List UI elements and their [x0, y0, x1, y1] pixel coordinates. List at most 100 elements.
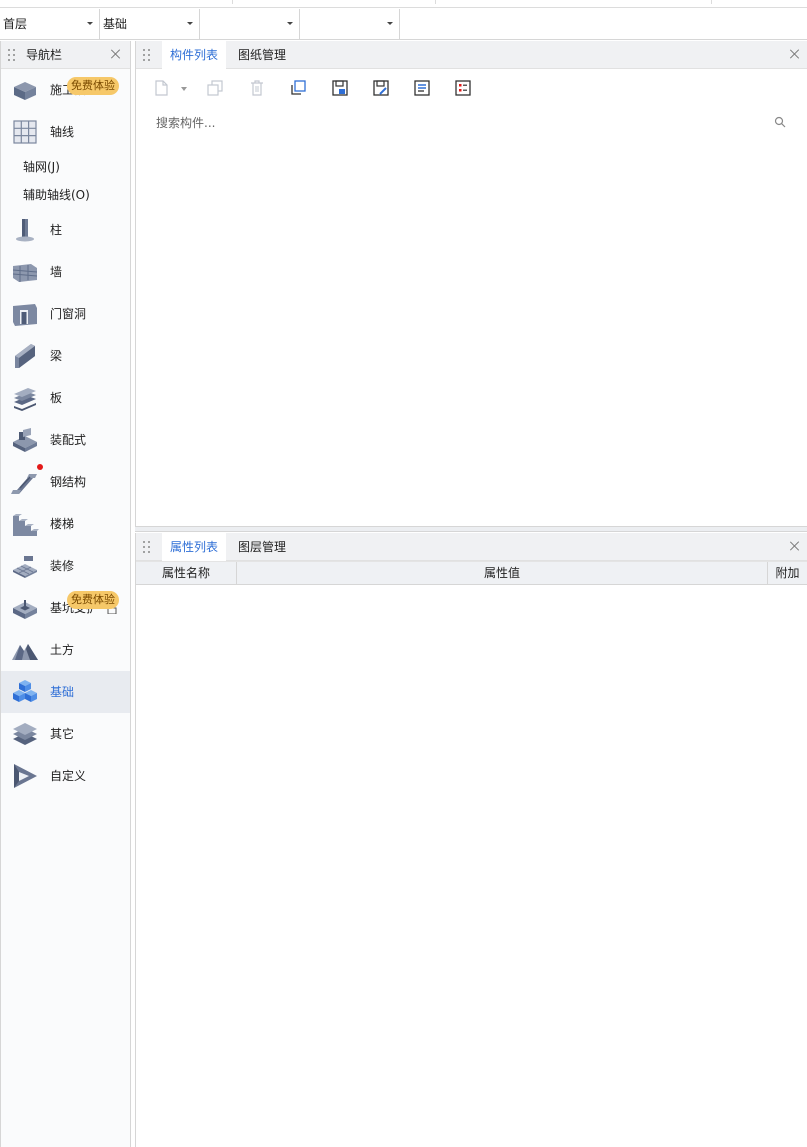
search-input[interactable]: 搜索构件...	[156, 113, 215, 133]
column-header-property-name[interactable]: 属性名称	[136, 562, 236, 584]
beam-icon	[15, 344, 35, 368]
nav-item-label: 土方	[50, 643, 75, 657]
nav-item-wall[interactable]: 墙	[1, 251, 130, 293]
nav-item-other[interactable]: 其它	[1, 713, 130, 755]
foundation-icon	[13, 680, 37, 702]
nav-item-steel-structure[interactable]: 钢结构	[1, 461, 130, 503]
type-combo[interactable]	[200, 9, 300, 39]
component-toolbar	[136, 69, 806, 109]
nav-item-construction-section[interactable]: 施工段 免费体验	[1, 69, 130, 111]
chevron-down-icon	[187, 22, 193, 25]
nav-item-label: 钢结构	[50, 475, 87, 489]
floor-combo-value: 首层	[3, 17, 28, 31]
nav-header: 导航栏	[1, 41, 130, 69]
nav-item-foundation[interactable]: 基础	[1, 671, 130, 713]
new-component-icon[interactable]	[153, 79, 171, 97]
tab-property-list[interactable]: 属性列表	[162, 533, 227, 561]
search-icon[interactable]	[774, 116, 786, 128]
close-icon[interactable]	[789, 540, 801, 552]
chevron-down-icon	[387, 22, 393, 25]
duplicate-layer-icon[interactable]	[289, 79, 307, 97]
nav-item-beam[interactable]: 梁	[1, 335, 130, 377]
nav-item-door-window[interactable]: 门窗洞	[1, 293, 130, 335]
component-list-panel: 构件列表 图纸管理 搜索构件...	[135, 41, 807, 526]
nav-item-label: 轴线	[50, 125, 75, 139]
property-list-panel: 属性列表 图层管理 属性名称 属性值 附加	[135, 533, 807, 1147]
free-trial-badge: 免费体验	[67, 591, 119, 609]
nav-item-pit-support[interactable]: 基坑支护 免费体验	[1, 587, 130, 629]
top-strip	[0, 0, 807, 8]
nav-item-label: 柱	[50, 223, 63, 237]
component-search[interactable]: 搜索构件...	[144, 113, 798, 133]
property-list-icon[interactable]	[454, 79, 472, 97]
close-icon[interactable]	[110, 48, 122, 60]
tab-component-list[interactable]: 构件列表	[162, 41, 227, 69]
nav-item-decoration[interactable]: 装修	[1, 545, 130, 587]
nav-item-label: 梁	[50, 349, 63, 363]
category-combo[interactable]: 基础	[100, 9, 200, 39]
property-table-header: 属性名称 属性值 附加	[136, 561, 807, 585]
nav-subitem-aux-axis[interactable]: 辅助轴线(O)	[23, 186, 90, 204]
nav-item-earthwork[interactable]: 土方	[1, 629, 130, 671]
strip-separator	[711, 0, 712, 4]
decoration-icon	[13, 556, 37, 578]
category-combo-value: 基础	[103, 17, 128, 31]
nav-item-prefab[interactable]: 装配式	[1, 419, 130, 461]
list-view-icon[interactable]	[413, 79, 431, 97]
wall-icon	[12, 264, 38, 282]
nav-item-label: 其它	[50, 727, 75, 741]
free-trial-badge: 免费体验	[67, 77, 119, 95]
steel-structure-icon	[11, 474, 37, 494]
nav-item-label: 装配式	[50, 433, 87, 447]
tab-drawing-management[interactable]: 图纸管理	[230, 41, 294, 69]
nav-item-axis[interactable]: 轴线	[1, 111, 130, 153]
edit-component-icon[interactable]	[372, 79, 390, 97]
earthwork-icon	[12, 644, 38, 660]
stairs-icon	[13, 514, 39, 536]
nav-item-stairs[interactable]: 楼梯	[1, 503, 130, 545]
construction-section-icon	[14, 82, 36, 100]
navigation-panel: 导航栏 施工段 免费体验 轴线 轴网(J) 辅助轴线(O)	[0, 41, 131, 1147]
nav-item-label: 墙	[50, 265, 63, 279]
prefab-icon	[13, 428, 37, 452]
strip-separator	[435, 0, 436, 4]
nav-item-slab[interactable]: 板	[1, 377, 130, 419]
notification-dot	[37, 464, 43, 470]
property-panel-header: 属性列表 图层管理	[136, 533, 807, 561]
nav-item-label: 门窗洞	[50, 307, 87, 321]
nav-subitem-grid[interactable]: 轴网(J)	[23, 158, 60, 176]
nav-item-label: 基础	[50, 685, 75, 699]
close-icon[interactable]	[789, 48, 801, 60]
chevron-down-icon	[287, 22, 293, 25]
delete-icon[interactable]	[248, 79, 266, 97]
chevron-down-icon[interactable]	[181, 87, 187, 91]
chevron-down-icon	[87, 22, 93, 25]
slab-icon	[14, 388, 36, 411]
floor-selector-bar: 首层 基础	[0, 9, 807, 40]
nav-item-label: 装修	[50, 559, 75, 573]
nav-item-column[interactable]: 柱	[1, 209, 130, 251]
door-window-icon	[13, 304, 37, 326]
drag-grip-icon[interactable]	[8, 49, 16, 61]
strip-separator	[232, 0, 233, 4]
column-header-extra[interactable]: 附加	[768, 562, 807, 584]
save-component-icon[interactable]	[331, 79, 349, 97]
nav-item-label: 板	[50, 391, 63, 405]
column-header-property-value[interactable]: 属性值	[237, 562, 767, 584]
pit-support-icon	[13, 600, 37, 619]
copy-icon[interactable]	[206, 79, 224, 97]
nav-title: 导航栏	[26, 48, 63, 62]
nav-item-custom[interactable]: 自定义	[1, 755, 130, 797]
custom-icon	[14, 764, 37, 788]
column-icon	[16, 219, 34, 242]
nav-item-label: 自定义	[50, 769, 87, 783]
component-panel-header: 构件列表 图纸管理	[136, 41, 807, 69]
component-combo[interactable]	[300, 9, 400, 39]
nav-item-label: 楼梯	[50, 517, 75, 531]
drag-grip-icon[interactable]	[143, 49, 151, 61]
drag-grip-icon[interactable]	[143, 541, 151, 553]
other-icon	[13, 723, 37, 745]
tab-layer-management[interactable]: 图层管理	[230, 533, 294, 561]
floor-combo[interactable]: 首层	[0, 9, 100, 39]
panel-splitter[interactable]	[135, 526, 807, 532]
